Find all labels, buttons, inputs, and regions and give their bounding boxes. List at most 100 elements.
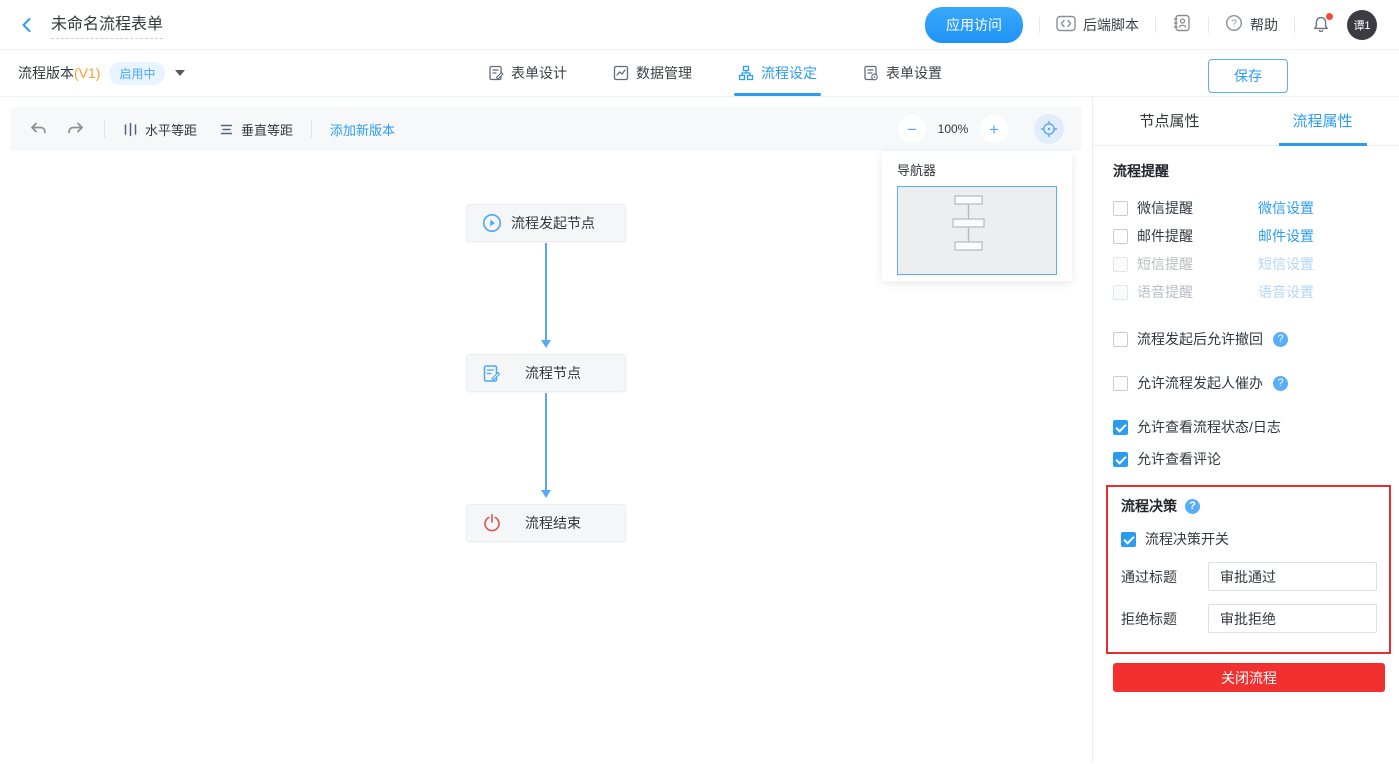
help-icon[interactable]: ? (1273, 332, 1288, 347)
allow-urge-checkbox[interactable] (1113, 376, 1128, 391)
node-label: 流程节点 (511, 363, 581, 383)
crosshair-icon (1040, 120, 1058, 138)
reminder-section-title: 流程提醒 (1113, 161, 1383, 181)
option-label: 允许查看流程状态/日志 (1137, 417, 1281, 437)
option-label: 允许查看评论 (1137, 449, 1221, 469)
tab-label: 表单设置 (886, 63, 942, 83)
add-new-version-link[interactable]: 添加新版本 (330, 120, 395, 139)
flow-node-end[interactable]: 流程结束 (466, 504, 626, 542)
flow-connector-arrow (545, 243, 547, 345)
version-selector[interactable]: 流程版本(V1) 启用中 (18, 62, 185, 85)
top-header: 未命名流程表单 应用访问 后端脚本 ? 帮助 谭1 (0, 0, 1399, 50)
help-icon[interactable]: ? (1185, 499, 1200, 514)
pass-title-label: 通过标题 (1121, 567, 1208, 587)
backend-script-label: 后端脚本 (1083, 15, 1139, 35)
tab-node-properties[interactable]: 节点属性 (1093, 97, 1246, 145)
save-button[interactable]: 保存 (1208, 59, 1288, 93)
divider (1208, 17, 1209, 33)
view-status-checkbox[interactable] (1113, 420, 1128, 435)
voice-settings-link: 语音设置 (1258, 282, 1314, 302)
reject-title-row: 拒绝标题 (1121, 604, 1377, 633)
vertical-spacing-icon (219, 122, 234, 137)
avatar[interactable]: 谭1 (1347, 10, 1377, 40)
horizontal-spacing-button[interactable]: 水平等距 (123, 120, 197, 139)
flow-node-start[interactable]: 流程发起节点 (466, 204, 626, 242)
wechat-reminder-checkbox[interactable] (1113, 201, 1128, 216)
reminder-row-wechat: 微信提醒 微信设置 (1113, 194, 1383, 222)
sms-reminder-checkbox (1113, 257, 1128, 272)
reminder-label: 短信提醒 (1137, 254, 1258, 274)
fit-view-button[interactable] (1034, 114, 1064, 144)
data-chart-icon (613, 65, 629, 81)
reject-title-input[interactable] (1208, 604, 1377, 633)
notification-bell-button[interactable] (1311, 15, 1331, 35)
reminder-row-voice: 语音提醒 语音设置 (1113, 278, 1383, 306)
minimap-nodes (898, 187, 1056, 274)
voice-reminder-checkbox (1113, 285, 1128, 300)
backend-script-button[interactable]: 后端脚本 (1056, 15, 1139, 35)
pass-title-input[interactable] (1208, 562, 1377, 591)
svg-text:?: ? (1231, 19, 1237, 30)
decision-switch-row: 流程决策开关 (1121, 529, 1377, 549)
address-book-button[interactable] (1172, 13, 1192, 36)
tab-label: 数据管理 (636, 63, 692, 83)
sub-header: 流程版本(V1) 启用中 表单设计 数据管理 流程设定 表单设置 保存 (0, 50, 1399, 97)
version-number: (V1) (74, 65, 100, 81)
tab-flow-properties[interactable]: 流程属性 (1246, 97, 1399, 145)
reject-title-label: 拒绝标题 (1121, 609, 1208, 629)
help-icon: ? (1225, 14, 1243, 35)
divider (1039, 17, 1040, 33)
tab-form-design[interactable]: 表单设计 (488, 50, 567, 96)
redo-button[interactable] (66, 120, 86, 138)
reminder-row-email: 邮件提醒 邮件设置 (1113, 222, 1383, 250)
option-view-status: 允许查看流程状态/日志 (1113, 417, 1383, 437)
form-settings-icon (863, 65, 879, 81)
undo-button[interactable] (28, 120, 48, 138)
node-label: 流程发起节点 (497, 213, 595, 233)
minimap[interactable] (897, 186, 1057, 275)
sms-settings-link: 短信设置 (1258, 254, 1314, 274)
divider (311, 120, 312, 138)
help-button[interactable]: ? 帮助 (1225, 14, 1278, 35)
vertical-spacing-button[interactable]: 垂直等距 (219, 120, 293, 139)
decision-switch-checkbox[interactable] (1121, 532, 1136, 547)
page-title[interactable]: 未命名流程表单 (51, 10, 163, 39)
canvas-toolbar: 水平等距 垂直等距 添加新版本 − 100% + (10, 107, 1082, 151)
flow-icon (738, 65, 754, 81)
form-design-icon (488, 65, 504, 81)
navigator-panel: 导航器 (882, 151, 1072, 281)
divider (104, 120, 105, 138)
chevron-down-icon (175, 70, 185, 76)
horizontal-spacing-label: 水平等距 (145, 120, 197, 139)
zoom-in-button[interactable]: + (980, 115, 1008, 143)
flow-decision-section: 流程决策 ? 流程决策开关 通过标题 拒绝标题 (1106, 485, 1391, 654)
zoom-out-button[interactable]: − (898, 115, 926, 143)
vertical-spacing-label: 垂直等距 (241, 120, 293, 139)
flow-canvas[interactable]: 水平等距 垂直等距 添加新版本 − 100% + 流程发起节点 (0, 97, 1092, 763)
allow-withdraw-checkbox[interactable] (1113, 332, 1128, 347)
flow-node-middle[interactable]: 流程节点 (466, 354, 626, 392)
back-icon[interactable] (18, 16, 36, 34)
version-label: 流程版本 (18, 63, 74, 83)
tab-form-settings[interactable]: 表单设置 (863, 50, 942, 96)
navigator-title: 导航器 (897, 160, 1057, 179)
reminder-row-sms: 短信提醒 短信设置 (1113, 250, 1383, 278)
option-allow-urge: 允许流程发起人催办 ? (1113, 373, 1383, 393)
help-icon[interactable]: ? (1273, 376, 1288, 391)
play-icon (482, 213, 502, 233)
app-access-button[interactable]: 应用访问 (925, 7, 1023, 43)
panel-tabs: 节点属性 流程属性 (1093, 97, 1399, 146)
close-flow-button[interactable]: 关闭流程 (1113, 663, 1385, 692)
tab-flow-settings[interactable]: 流程设定 (738, 50, 817, 96)
reminder-label: 邮件提醒 (1137, 226, 1258, 246)
address-book-icon (1172, 13, 1192, 36)
wechat-settings-link[interactable]: 微信设置 (1258, 198, 1314, 218)
zoom-level: 100% (936, 122, 970, 136)
email-settings-link[interactable]: 邮件设置 (1258, 226, 1314, 246)
help-label: 帮助 (1250, 15, 1278, 35)
node-label: 流程结束 (511, 513, 581, 533)
email-reminder-checkbox[interactable] (1113, 229, 1128, 244)
view-comments-checkbox[interactable] (1113, 452, 1128, 467)
divider (1294, 17, 1295, 33)
tab-data-management[interactable]: 数据管理 (613, 50, 692, 96)
